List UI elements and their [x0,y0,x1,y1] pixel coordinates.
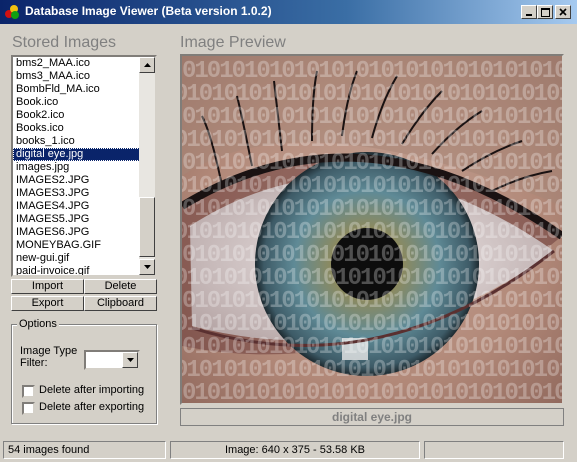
chevron-down-icon [126,358,134,362]
binary-overlay: 010101010101010101010101010101 0101010101… [182,56,562,403]
window-title: Database Image Viewer (Beta version 1.0.… [25,4,272,18]
list-item[interactable]: Books.ico [13,122,140,135]
list-item[interactable]: paid-invoice.gif [13,265,140,275]
stored-images-heading: Stored Images [12,34,117,51]
clipboard-button[interactable]: Clipboard [84,296,157,311]
maximize-button[interactable] [537,5,553,19]
delete-after-importing-checkbox[interactable] [22,385,35,398]
arrow-up-icon [143,63,151,67]
delete-after-exporting-checkbox[interactable] [22,402,35,415]
maximize-icon [540,7,550,17]
stored-images-list[interactable]: bms2_MAA.ico bms3_MAA.ico BombFld_MA.ico Bo… [11,55,157,277]
status-extra [424,441,564,459]
image-preview: 010101010101010101010101010101 0101010101… [180,54,564,405]
arrow-down-icon [143,265,151,269]
close-icon [559,8,567,16]
import-button[interactable]: Import [11,279,84,294]
list-item[interactable]: images.jpg [13,161,140,174]
image-preview-heading: Image Preview [180,34,286,51]
filter-label-line2: Filter: [20,357,48,369]
list-item[interactable]: Book2.ico [13,109,140,122]
preview-caption: digital eye.jpg [180,408,564,426]
status-image-info: Image: 640 x 375 - 53.58 KB [170,441,420,459]
minimize-icon [526,14,532,16]
scroll-thumb[interactable] [139,197,155,257]
list-item[interactable]: IMAGES6.JPG [13,226,140,239]
list-item[interactable]: MONEYBAG.GIF [13,239,140,252]
app-window: Database Image Viewer (Beta version 1.0.… [0,0,577,462]
list-item[interactable]: Book.ico [13,96,140,109]
app-icon [5,5,19,19]
close-button[interactable] [555,5,571,19]
export-button[interactable]: Export [11,296,84,311]
minimize-button[interactable] [521,5,537,19]
list-item[interactable]: IMAGES5.JPG [13,213,140,226]
delete-after-importing-label: Delete after importing [39,384,145,396]
scroll-down-button[interactable] [139,259,155,275]
filter-label-line1: Image Type [20,345,78,357]
list-item[interactable]: IMAGES3.JPG [13,187,140,200]
list-item[interactable]: bms2_MAA.ico [13,57,140,70]
list-item[interactable]: books_1.ico [13,135,140,148]
list-item[interactable]: bms3_MAA.ico [13,70,140,83]
delete-after-exporting-label: Delete after exporting [39,401,145,413]
list-item[interactable]: new-gui.gif [13,252,140,265]
list-item[interactable]: digital eye.jpg [13,148,140,161]
options-legend: Options [17,318,59,330]
binary-row: 0101010101010101010101010101010101010101… [182,380,562,403]
scroll-up-button[interactable] [139,57,155,73]
list-items: bms2_MAA.ico bms3_MAA.ico BombFld_MA.ico Bo… [13,57,140,275]
list-item[interactable]: BombFld_MA.ico [13,83,140,96]
list-item[interactable]: IMAGES2.JPG [13,174,140,187]
delete-button[interactable]: Delete [84,279,157,294]
list-scrollbar[interactable] [139,57,155,275]
title-bar[interactable]: Database Image Viewer (Beta version 1.0.… [0,0,577,24]
list-item[interactable]: IMAGES4.JPG [13,200,140,213]
image-type-filter-select[interactable] [84,350,140,370]
filter-dropdown-button[interactable] [122,352,138,368]
status-bar: 54 images found Image: 640 x 375 - 53.58… [0,438,577,462]
status-count: 54 images found [3,441,166,459]
